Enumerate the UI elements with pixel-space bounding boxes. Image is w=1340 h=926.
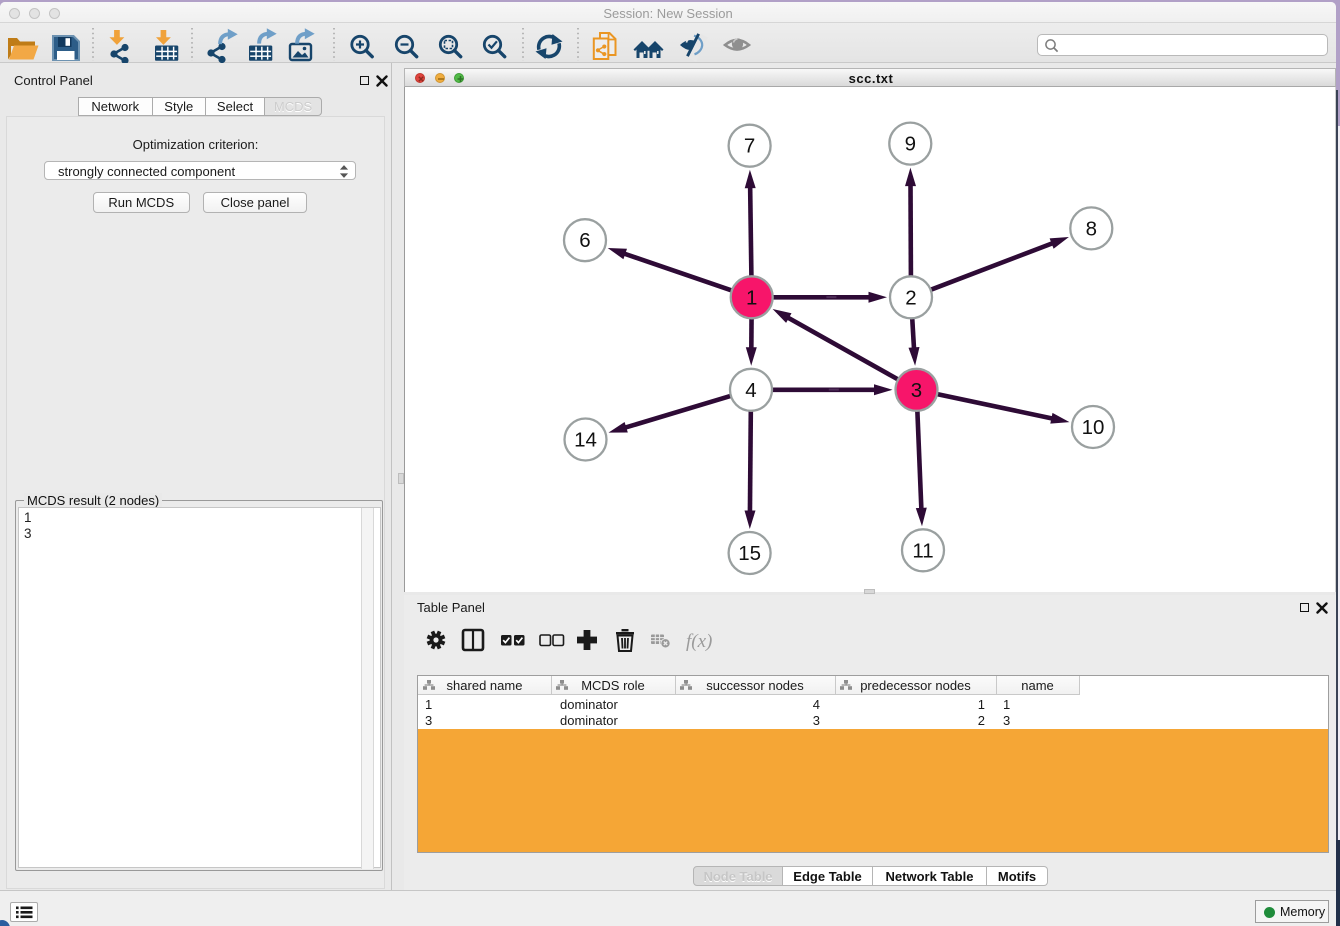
svg-text:9: 9: [905, 133, 916, 156]
svg-text:6: 6: [579, 229, 590, 252]
svg-text:8: 8: [1086, 217, 1097, 240]
svg-text:14: 14: [574, 429, 597, 452]
svg-text:1: 1: [746, 286, 757, 309]
svg-text:2: 2: [905, 286, 916, 309]
svg-text:11: 11: [912, 539, 933, 562]
svg-text:4: 4: [745, 379, 756, 402]
svg-text:3: 3: [911, 379, 922, 402]
svg-text:7: 7: [744, 135, 755, 158]
svg-text:15: 15: [738, 542, 761, 565]
svg-text:10: 10: [1082, 416, 1105, 439]
